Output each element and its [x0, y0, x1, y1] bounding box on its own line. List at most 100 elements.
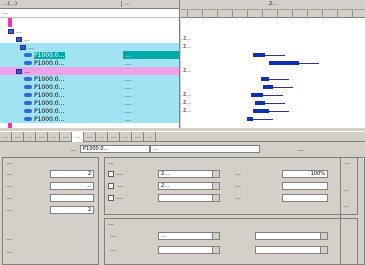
right-field-label: …	[343, 186, 349, 193]
duration-title: …	[6, 159, 12, 166]
detail-tab[interactable]: …	[0, 132, 12, 142]
tree-row[interactable]: P1000.0… …	[0, 83, 179, 91]
tree-row-value	[123, 67, 179, 75]
date-checkbox[interactable]	[108, 171, 114, 177]
tree-row[interactable]: …	[0, 27, 179, 35]
tree-row[interactable]: P1000.0……	[0, 99, 179, 107]
detail-tab[interactable]: …	[108, 132, 120, 142]
gantt-row[interactable]: 2…	[181, 91, 365, 99]
constraint-type-select[interactable]: …	[158, 232, 220, 240]
detail-tab[interactable]: …	[144, 132, 156, 142]
date-right-input[interactable]	[282, 182, 328, 190]
gantt-timescale[interactable]: 2…	[181, 0, 365, 18]
activity-code-field[interactable]: P1000.0…	[80, 145, 150, 153]
detail-tab[interactable]: …	[48, 132, 60, 142]
gantt-bar-label: 2…	[183, 44, 192, 50]
detail-tab[interactable]: …	[84, 132, 96, 142]
gantt-row[interactable]: 2…	[181, 43, 365, 51]
gantt-bar[interactable]	[263, 85, 273, 89]
right-group-title: …	[344, 159, 350, 166]
gantt-row[interactable]	[181, 27, 365, 35]
date-checkbox[interactable]	[108, 183, 114, 189]
tree-row[interactable]: …	[0, 67, 179, 75]
date-field-input[interactable]	[158, 194, 220, 202]
date-right-label: …	[235, 194, 241, 201]
duration-field-input[interactable]: 2	[50, 170, 94, 178]
tree-subheader: …	[0, 9, 179, 18]
gantt-row[interactable]	[181, 75, 365, 83]
gantt-bar-label: 2…	[183, 92, 192, 98]
tree-row[interactable]: P1000.0… …	[0, 107, 179, 115]
timescale-ticks	[181, 9, 365, 18]
tree-row[interactable]: P1000.0……	[0, 115, 179, 123]
tree-row-label: P1000.0…	[34, 107, 65, 115]
timescale-tick	[202, 10, 203, 18]
tree-row-value	[123, 27, 179, 35]
gantt-row[interactable]: 2…	[181, 35, 365, 43]
date-field-input[interactable]: 2…	[158, 170, 220, 178]
detail-tab[interactable]: …	[96, 132, 108, 142]
gantt-bar[interactable]	[251, 93, 263, 97]
wbs-folder-icon	[20, 44, 26, 50]
tree-row-label: …	[24, 67, 30, 75]
detail-tab[interactable]: …	[132, 132, 144, 142]
wbs-folder-icon	[16, 36, 22, 42]
tree-row-label: P1000.0…	[34, 83, 65, 91]
tree-row-label-cell: P1000.0…	[0, 51, 122, 59]
detail-tab[interactable]: …	[24, 132, 36, 142]
tree-row-value: …	[125, 107, 131, 115]
tree-row[interactable]: …	[0, 43, 179, 51]
tree-header-value[interactable]: …	[122, 1, 179, 7]
detail-tab[interactable]: …	[60, 132, 72, 142]
tree-row-value: …	[125, 99, 131, 107]
tree-header: …(…) …	[0, 0, 179, 9]
constraint-type-select[interactable]	[158, 246, 220, 254]
gantt-bar-label: 2…	[183, 36, 192, 42]
gantt-row[interactable]: 2…	[181, 99, 365, 107]
gantt-bar-label: 2…	[183, 100, 192, 106]
date-checkbox[interactable]	[108, 195, 114, 201]
gantt-row[interactable]	[181, 51, 365, 59]
gantt-row[interactable]	[181, 59, 365, 67]
duration-field-input[interactable]: …	[50, 182, 94, 190]
gantt-row[interactable]	[181, 115, 365, 123]
activity-tree[interactable]: …(…) … … ……… P1000.0…… P1000.0……… P1000.0………	[0, 0, 180, 128]
gantt-bar[interactable]	[261, 77, 269, 81]
tree-row[interactable]: P1000.0……	[0, 51, 179, 59]
gantt-link-line	[269, 111, 289, 112]
gantt-bar[interactable]	[255, 101, 265, 105]
tree-row[interactable]: P1000.0……	[0, 91, 179, 99]
wbs-folder-icon	[16, 68, 22, 74]
constraint-date-select[interactable]	[255, 232, 328, 240]
detail-tab[interactable]: …	[12, 132, 24, 142]
tree-header-name[interactable]: …(…)	[0, 1, 122, 7]
constraint-date-select[interactable]	[255, 246, 328, 254]
gantt-bar-label: 2…	[183, 108, 192, 114]
gantt-chart[interactable]: 2… 2… 2… 2… 2… 2… 2…	[181, 0, 365, 128]
detail-tab[interactable]: …	[72, 132, 84, 142]
activity-icon	[24, 117, 32, 121]
gantt-bar[interactable]	[253, 53, 265, 57]
date-field-input[interactable]: 2…	[158, 182, 220, 190]
gantt-bar[interactable]	[269, 61, 299, 65]
duration-field-input[interactable]	[50, 194, 94, 202]
gantt-row[interactable]	[181, 83, 365, 91]
activity-name-field[interactable]: …	[150, 145, 260, 153]
status-row: …	[6, 248, 12, 255]
tree-row[interactable]: …	[0, 35, 179, 43]
detail-tab[interactable]: …	[36, 132, 48, 142]
constraint-label: …	[110, 232, 116, 239]
gantt-bar[interactable]	[253, 109, 269, 113]
tree-row[interactable]: P1000.0……	[0, 59, 179, 67]
gantt-row[interactable]: 2…	[181, 67, 365, 75]
tree-row-value: …	[125, 83, 131, 91]
tree-row[interactable]: P1000.0……	[0, 75, 179, 83]
duration-field-input[interactable]: 2	[50, 206, 94, 214]
gantt-row[interactable]: 2…	[181, 107, 365, 115]
activity-right-label: …	[298, 145, 304, 153]
tree-row-value: …	[125, 59, 131, 67]
gantt-link-line	[263, 95, 283, 96]
detail-tab[interactable]: …	[120, 132, 132, 142]
date-right-input[interactable]	[282, 194, 328, 202]
date-right-input[interactable]: 100%	[282, 170, 328, 178]
